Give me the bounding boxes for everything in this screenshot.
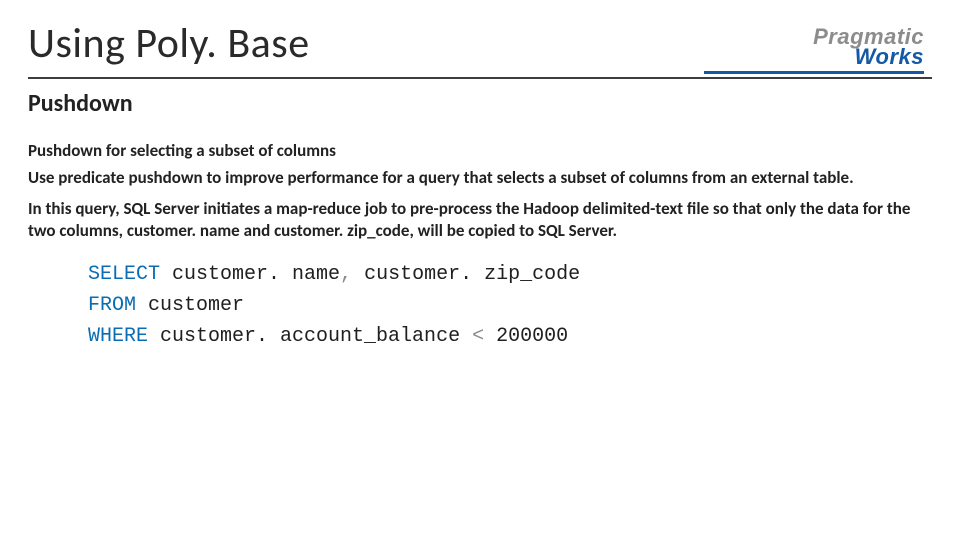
select-col-1: customer. name bbox=[160, 263, 340, 286]
paragraph-1: Use predicate pushdown to improve perfor… bbox=[28, 167, 932, 188]
where-expression: customer. account_balance bbox=[148, 325, 472, 348]
where-value: 200000 bbox=[484, 325, 568, 348]
paragraph-2: In this query, SQL Server initiates a ma… bbox=[28, 198, 932, 241]
from-table: customer bbox=[136, 294, 244, 317]
section-heading: Pushdown for selecting a subset of colum… bbox=[28, 140, 932, 161]
select-col-2: customer. zip_code bbox=[352, 263, 580, 286]
logo-underline bbox=[704, 71, 924, 74]
sql-code-block: SELECT customer. name, customer. zip_cod… bbox=[88, 259, 932, 352]
slide: Pragmatic Works Using Poly. Base Pushdow… bbox=[0, 0, 960, 540]
logo-bottom-text: Works bbox=[704, 46, 924, 68]
comma: , bbox=[340, 263, 352, 286]
title-divider bbox=[28, 77, 932, 79]
kw-where: WHERE bbox=[88, 325, 148, 348]
kw-select: SELECT bbox=[88, 263, 160, 286]
brand-logo: Pragmatic Works bbox=[704, 26, 924, 74]
lt-operator: < bbox=[472, 325, 484, 348]
slide-subtitle: Pushdown bbox=[28, 89, 932, 118]
kw-from: FROM bbox=[88, 294, 136, 317]
